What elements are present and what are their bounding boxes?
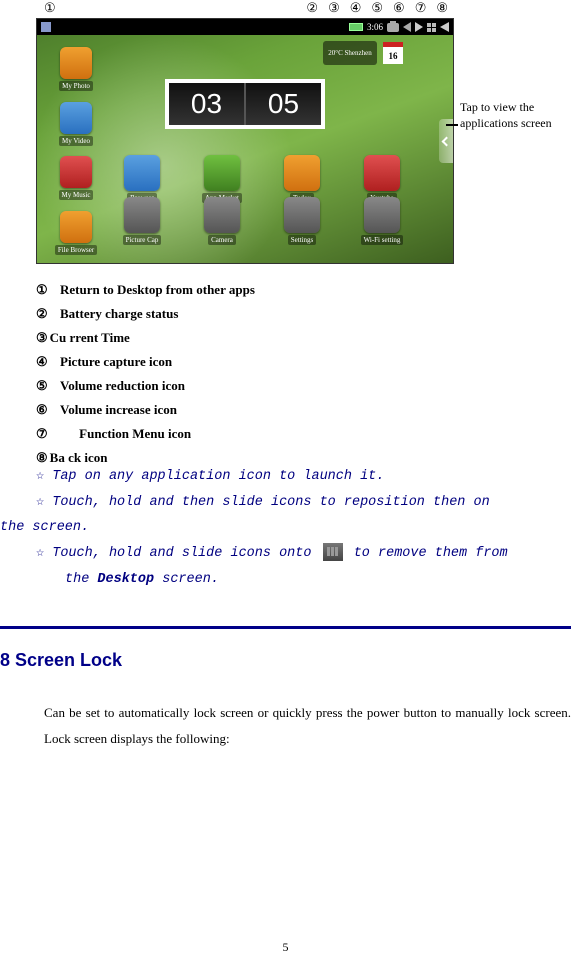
app-mymusic: My Music: [41, 156, 111, 200]
marker-labels: ① ② ③ ④ ⑤ ⑥ ⑦ ⑧: [36, 0, 456, 20]
section-heading: 8 Screen Lock: [0, 650, 122, 671]
battery-icon: [349, 23, 363, 31]
section-divider: [0, 626, 571, 629]
legend-item: ②Battery charge status: [36, 302, 571, 326]
settings-icon: [284, 197, 320, 233]
marker-6: ⑥: [393, 0, 405, 20]
legend-list: ①Return to Desktop from other apps ②Batt…: [36, 278, 571, 470]
marker-5: ⑤: [371, 0, 383, 20]
callout-text: Tap to view the applications screen: [460, 100, 560, 131]
back-icon: [440, 22, 449, 32]
weather-widget: 20°C Shenzhen: [323, 41, 377, 65]
capture-icon: [387, 23, 399, 32]
marker-4: ④: [350, 0, 362, 20]
legend-item: ⑥Volume increase icon: [36, 398, 571, 422]
status-time: 3:06: [367, 22, 383, 32]
capture-app-icon: [124, 197, 160, 233]
video-icon: [60, 102, 92, 134]
top-widgets: 20°C Shenzhen 16: [323, 41, 403, 65]
music-icon: [60, 156, 92, 188]
calendar-widget: 16: [383, 42, 403, 64]
app-picturecap: Picture Cap: [117, 197, 167, 257]
status-bar: 3:06: [37, 19, 453, 35]
app-myvideo: My Video: [41, 102, 111, 146]
app-myphoto: My Photo: [41, 47, 111, 91]
app-camera: Camera: [197, 197, 247, 257]
app-filebrowser: File Browser: [41, 211, 111, 255]
camera-icon: [204, 197, 240, 233]
market-icon: [204, 155, 240, 191]
marker-1: ①: [44, 0, 56, 20]
bottom-app-row: Picture Cap Camera Settings Wi-Fi settin…: [117, 197, 407, 257]
clock-minutes: 05: [246, 83, 321, 125]
tips-block: ☆ Tap on any application icon to launch …: [0, 464, 571, 592]
legend-item: ⑤Volume reduction icon: [36, 374, 571, 398]
app-settings: Settings: [277, 197, 327, 257]
desktop-screenshot: 3:06 20°C Shenzhen 16 03 05 My Photo My …: [36, 18, 454, 264]
tudou-icon: [284, 155, 320, 191]
home-icon: [41, 22, 51, 32]
clock-hours: 03: [169, 83, 244, 125]
wifi-icon: [364, 197, 400, 233]
trash-icon: [323, 543, 343, 561]
marker-2: ②: [306, 0, 318, 20]
folder-icon: [60, 211, 92, 243]
volume-up-icon: [415, 22, 423, 32]
youtube-icon: [364, 155, 400, 191]
marker-8: ⑧: [436, 0, 448, 20]
marker-3: ③: [328, 0, 340, 20]
legend-item: ④Picture capture icon: [36, 350, 571, 374]
globe-icon: [124, 155, 160, 191]
legend-item: ①Return to Desktop from other apps: [36, 278, 571, 302]
dock-left: My Photo My Video My Music File Browser: [41, 43, 111, 259]
legend-item: ⑦ Function Menu icon: [36, 422, 571, 446]
menu-icon: [427, 23, 436, 32]
page-number: 5: [0, 940, 571, 955]
app-wifi: Wi-Fi setting: [357, 197, 407, 257]
volume-down-icon: [403, 22, 411, 32]
legend-item: ③Cu rrent Time: [36, 326, 571, 350]
clock-widget: 03 05: [165, 79, 325, 129]
marker-7: ⑦: [415, 0, 427, 20]
photo-icon: [60, 47, 92, 79]
section-body: Can be set to automatically lock screen …: [44, 700, 571, 752]
